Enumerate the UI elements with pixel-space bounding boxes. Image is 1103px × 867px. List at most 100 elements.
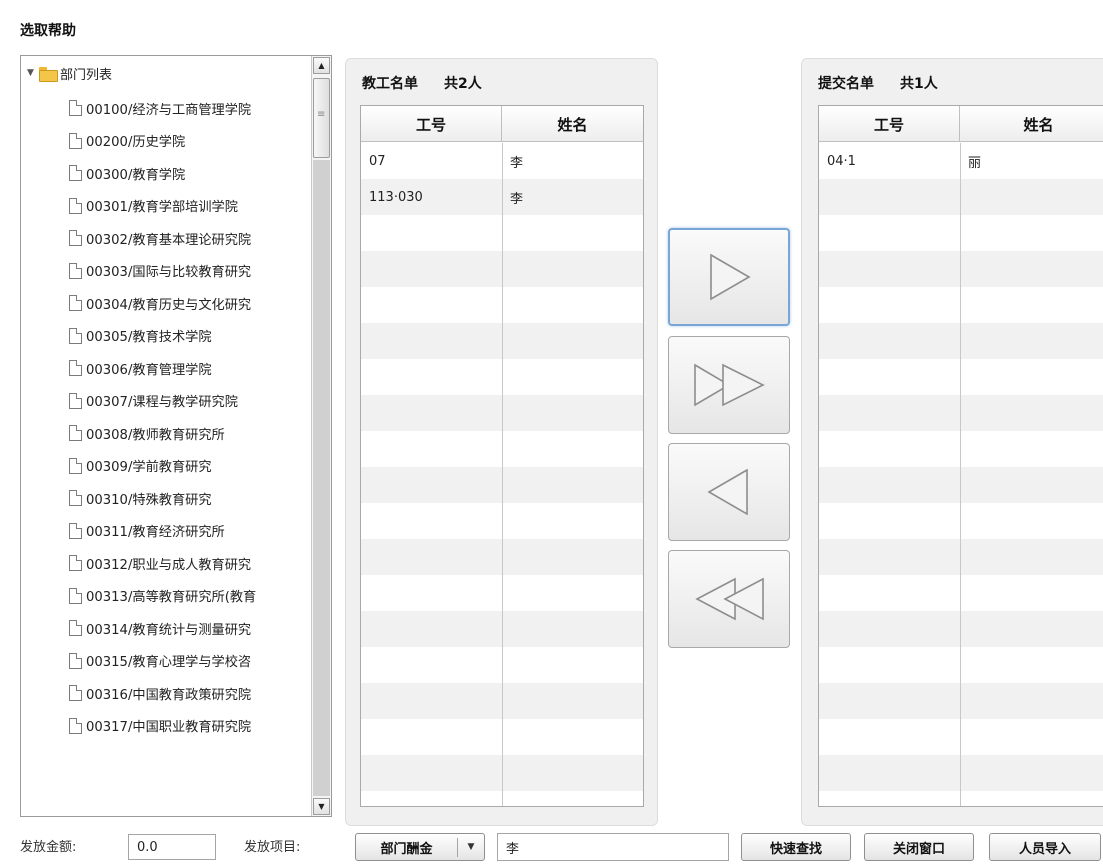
- single-right-triangle-icon: [710, 253, 751, 301]
- item-select-value: 部门酬金: [356, 837, 458, 857]
- tree-item-label: 00301/教育学部培训学院: [86, 200, 238, 216]
- tree-item[interactable]: 00100/经济与工商管理学院: [69, 92, 256, 125]
- scroll-down-icon[interactable]: ▼: [313, 798, 330, 815]
- tree-item-label: 00312/职业与成人教育研究: [86, 557, 252, 573]
- item-label: 发放项目:: [244, 840, 301, 855]
- document-icon: [69, 360, 82, 377]
- move-selected-left-button[interactable]: [668, 443, 790, 541]
- scroll-thumb[interactable]: [313, 78, 330, 158]
- import-staff-button[interactable]: 人员导入: [989, 833, 1101, 861]
- tree-item[interactable]: 00301/教育学部培训学院: [69, 190, 256, 223]
- move-selected-right-button[interactable]: [668, 228, 790, 326]
- cell-name: 李: [510, 155, 524, 171]
- item-select[interactable]: 部门酬金 ▼: [355, 833, 485, 861]
- table-row[interactable]: 113·030 李: [361, 179, 643, 215]
- tree-item[interactable]: 00200/历史学院: [69, 125, 256, 158]
- document-icon: [69, 425, 82, 442]
- tree-item[interactable]: 00313/高等教育研究所(教育: [69, 580, 256, 613]
- document-icon: [69, 717, 82, 734]
- tree-item-label: 00309/学前教育研究: [86, 460, 212, 476]
- column-header-id[interactable]: 工号: [819, 106, 960, 142]
- tree-root-label: 部门列表: [60, 67, 113, 83]
- document-icon: [69, 490, 82, 507]
- submit-grid[interactable]: 工号 姓名 04·1 丽: [818, 105, 1103, 807]
- table-row[interactable]: 07 李: [361, 143, 643, 179]
- cell-name: 李: [510, 191, 524, 207]
- tree-item-label: 00316/中国教育政策研究院: [86, 687, 252, 703]
- table-row[interactable]: 04·1 丽: [819, 143, 1103, 179]
- staff-list-panel: 教工名单 共2人 工号 姓名 07 李 113·030 李: [345, 58, 658, 826]
- tree-item-label: 00302/教育基本理论研究院: [86, 232, 252, 248]
- tree-item[interactable]: 00307/课程与教学研究院: [69, 385, 256, 418]
- tree-item-label: 00303/国际与比较教育研究: [86, 265, 252, 281]
- chevron-down-icon[interactable]: ▼: [458, 842, 484, 852]
- tree-item-label: 00315/教育心理学与学校咨: [86, 655, 252, 671]
- folder-icon: [39, 66, 58, 82]
- scroll-track[interactable]: [313, 160, 330, 796]
- submit-list-count: 共1人: [900, 76, 938, 92]
- document-icon: [69, 230, 82, 247]
- document-icon: [69, 197, 82, 214]
- single-left-triangle-icon: [707, 468, 748, 516]
- tree-item[interactable]: 00309/学前教育研究: [69, 450, 256, 483]
- staff-list-title: 教工名单: [362, 76, 418, 92]
- tree-item[interactable]: 00311/教育经济研究所: [69, 515, 256, 548]
- quick-search-button[interactable]: 快速查找: [741, 833, 851, 861]
- tree-item-label: 00304/教育历史与文化研究: [86, 297, 252, 313]
- staff-list-count: 共2人: [444, 76, 482, 92]
- document-icon: [69, 262, 82, 279]
- close-window-button[interactable]: 关闭窗口: [864, 833, 974, 861]
- column-header-name[interactable]: 姓名: [960, 106, 1103, 142]
- cell-id: 07: [369, 153, 386, 169]
- tree-item-label: 00317/中国职业教育研究院: [86, 720, 252, 736]
- submit-list-panel: 提交名单 共1人 工号 姓名 04·1 丽: [801, 58, 1103, 826]
- submit-list-header: 提交名单 共1人: [818, 73, 938, 93]
- tree-item-label: 00306/教育管理学院: [86, 362, 212, 378]
- document-icon: [69, 132, 82, 149]
- tree-root[interactable]: ▼ 部门列表: [27, 62, 112, 84]
- tree-item-label: 00314/教育统计与测量研究: [86, 622, 252, 638]
- tree-item[interactable]: 00303/国际与比较教育研究: [69, 255, 256, 288]
- tree-item-label: 00307/课程与教学研究院: [86, 395, 238, 411]
- tree-item-label: 00200/历史学院: [86, 135, 186, 151]
- document-icon: [69, 555, 82, 572]
- document-icon: [69, 100, 82, 117]
- document-icon: [69, 392, 82, 409]
- document-icon: [69, 165, 82, 182]
- staff-grid-header: 工号 姓名: [361, 106, 643, 142]
- column-header-name[interactable]: 姓名: [502, 106, 643, 142]
- cell-name: 丽: [968, 155, 982, 171]
- tree-item-label: 00308/教师教育研究所: [86, 427, 225, 443]
- double-left-triangle-icon: [695, 577, 764, 621]
- tree-item[interactable]: 00304/教育历史与文化研究: [69, 287, 256, 320]
- department-tree[interactable]: ▼ 部门列表 00100/经济与工商管理学院 00200/历史学院 00300/教育…: [20, 55, 332, 817]
- keyword-input[interactable]: 李: [497, 833, 729, 861]
- document-icon: [69, 685, 82, 702]
- expand-caret-icon[interactable]: ▼: [27, 68, 39, 78]
- amount-input[interactable]: 0.0: [128, 834, 216, 860]
- tree-item[interactable]: 00312/职业与成人教育研究: [69, 547, 256, 580]
- double-right-triangle-icon: [694, 363, 765, 407]
- move-all-left-button[interactable]: [668, 550, 790, 648]
- move-all-right-button[interactable]: [668, 336, 790, 434]
- tree-item[interactable]: 00315/教育心理学与学校咨: [69, 645, 256, 678]
- tree-item[interactable]: 00306/教育管理学院: [69, 352, 256, 385]
- tree-item[interactable]: 00305/教育技术学院: [69, 320, 256, 353]
- tree-item[interactable]: 00316/中国教育政策研究院: [69, 677, 256, 710]
- tree-item-label: 00305/教育技术学院: [86, 330, 212, 346]
- tree-item[interactable]: 00317/中国职业教育研究院: [69, 710, 256, 743]
- column-header-id[interactable]: 工号: [361, 106, 502, 142]
- tree-item[interactable]: 00302/教育基本理论研究院: [69, 222, 256, 255]
- tree-item[interactable]: 00314/教育统计与测量研究: [69, 612, 256, 645]
- tree-item[interactable]: 00308/教师教育研究所: [69, 417, 256, 450]
- tree-item[interactable]: 00300/教育学院: [69, 157, 256, 190]
- dialog-title: 选取帮助: [20, 23, 76, 39]
- amount-label: 发放金额:: [20, 840, 77, 855]
- submit-grid-header: 工号 姓名: [819, 106, 1103, 142]
- document-icon: [69, 457, 82, 474]
- tree-item-label: 00310/特殊教育研究: [86, 492, 212, 508]
- staff-grid[interactable]: 工号 姓名 07 李 113·030 李: [360, 105, 644, 807]
- tree-item[interactable]: 00310/特殊教育研究: [69, 482, 256, 515]
- scroll-up-icon[interactable]: ▲: [313, 57, 330, 74]
- tree-scrollbar[interactable]: ▲ ▼: [311, 56, 331, 816]
